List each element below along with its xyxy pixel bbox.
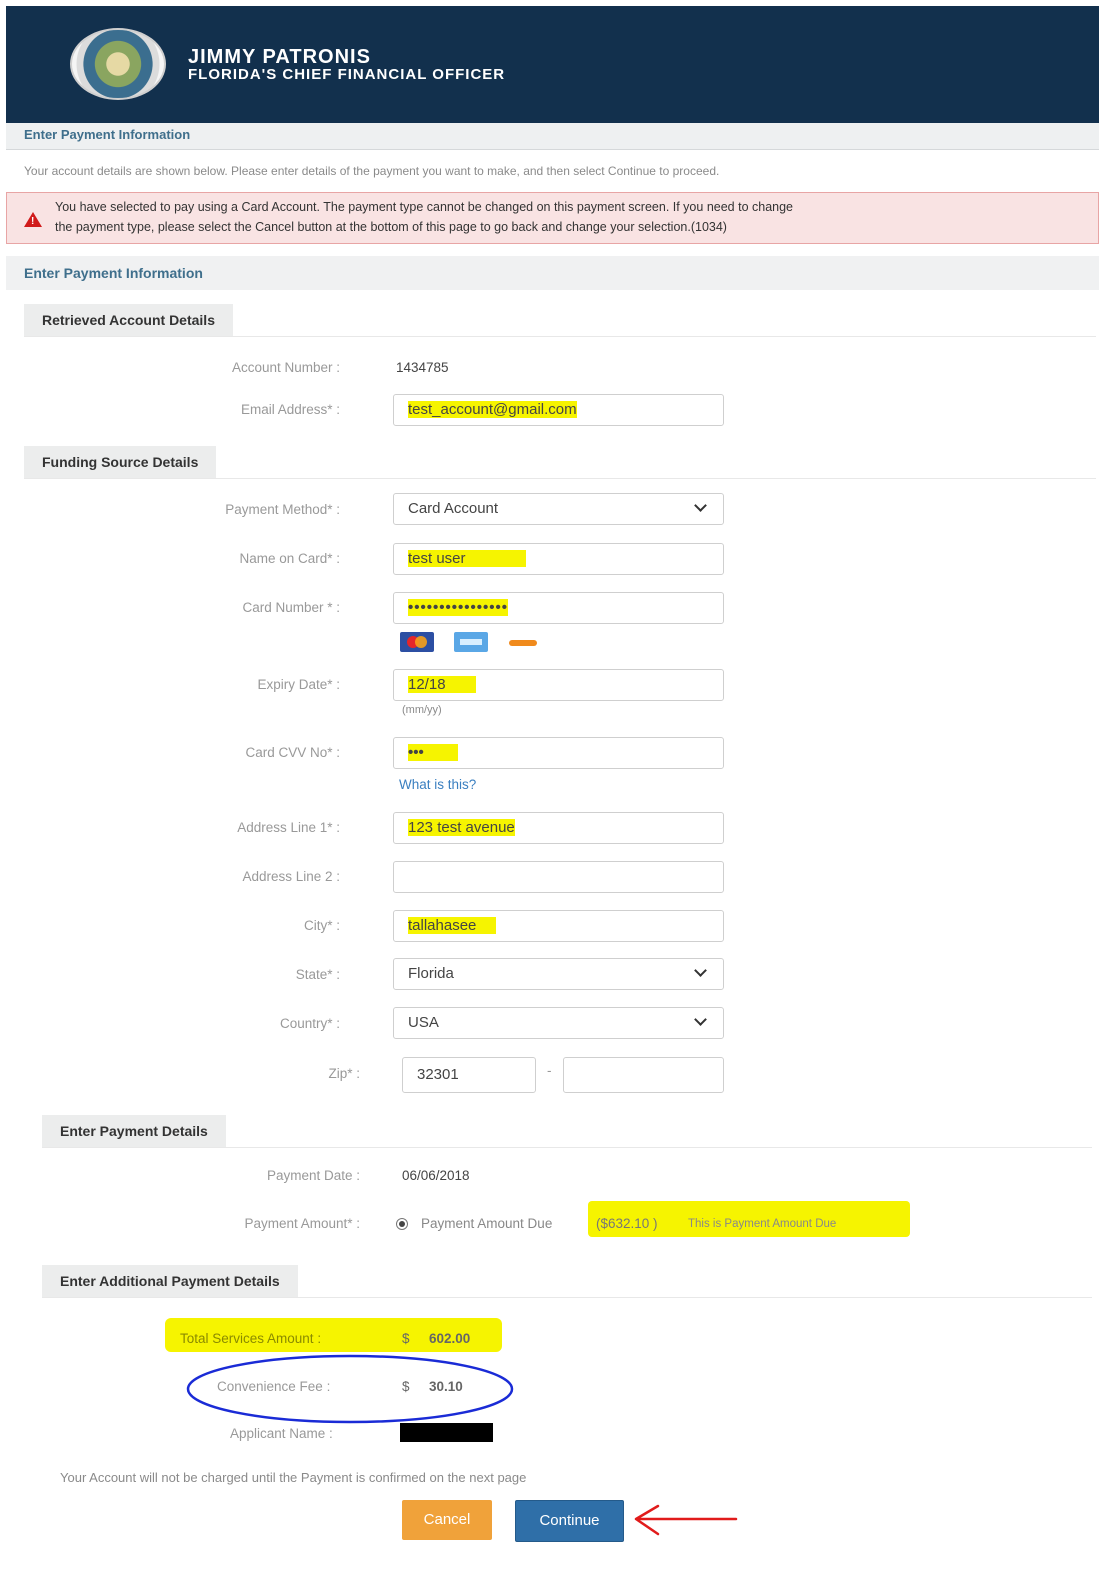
- annotation-arrow: [634, 1504, 738, 1536]
- page-heading-bar: Enter Payment Information: [6, 256, 1099, 290]
- card-number-value: ••••••••••••••••: [408, 599, 509, 616]
- discover-icon: [506, 632, 540, 652]
- city-value: tallahasee: [408, 917, 497, 934]
- email-label: Email Address* :: [240, 402, 340, 417]
- chevron-down-icon: [694, 964, 707, 977]
- name-on-card-value: test user: [408, 550, 526, 567]
- warning-icon: !: [24, 212, 42, 227]
- payment-amount-label: Payment Amount* :: [244, 1216, 360, 1231]
- payment-method-label: Payment Method* :: [225, 502, 340, 517]
- applicant-name-label: Applicant Name :: [230, 1426, 333, 1441]
- payment-amount-note: This is Payment Amount Due: [688, 1218, 837, 1230]
- email-value: test_account@gmail.com: [408, 401, 577, 418]
- payment-date-value: 06/06/2018: [402, 1168, 470, 1183]
- footer-note: Your Account will not be charged until t…: [60, 1470, 527, 1485]
- card-number-label: Card Number * :: [242, 600, 340, 615]
- section-payment-details: Enter Payment Details: [42, 1115, 226, 1147]
- zip-value: 32301: [417, 1066, 459, 1083]
- zip-field[interactable]: 32301: [402, 1057, 536, 1093]
- state-label: State* :: [295, 967, 340, 982]
- amex-icon: [454, 632, 488, 652]
- alert-line-2: the payment type, please select the Canc…: [55, 220, 727, 234]
- cvv-field[interactable]: •••: [393, 737, 724, 769]
- annotation-circle: [186, 1354, 514, 1424]
- top-title-bar: Enter Payment Information: [6, 123, 1099, 150]
- total-services-label: Total Services Amount :: [180, 1331, 322, 1346]
- address-line-1-value: 123 test avenue: [408, 819, 515, 836]
- country-label: Country* :: [279, 1016, 340, 1031]
- expiry-format-hint: (mm/yy): [402, 704, 442, 716]
- header-subtitle: FLORIDA'S CHIEF FINANCIAL OFFICER: [188, 66, 506, 83]
- total-currency: $: [402, 1331, 410, 1346]
- payment-method-select[interactable]: Card Account: [393, 493, 724, 525]
- florida-seal-logo: [70, 28, 166, 100]
- section-divider: [42, 1297, 1092, 1298]
- redacted-applicant-name: [400, 1423, 493, 1442]
- section-additional-details: Enter Additional Payment Details: [42, 1265, 298, 1297]
- zip-extension-field[interactable]: [563, 1057, 724, 1093]
- mastercard-icon: [400, 632, 434, 652]
- payment-method-value: Card Account: [408, 500, 499, 517]
- chevron-down-icon: [694, 499, 707, 512]
- expiry-date-value: 12/18: [408, 676, 476, 693]
- continue-button[interactable]: Continue: [515, 1500, 624, 1542]
- chevron-down-icon: [694, 1013, 707, 1026]
- state-value: Florida: [408, 965, 454, 982]
- country-select[interactable]: USA: [393, 1007, 724, 1039]
- address-line-1-label: Address Line 1* :: [237, 820, 340, 835]
- section-divider: [42, 1147, 1092, 1148]
- expiry-date-field[interactable]: 12/18: [393, 669, 724, 701]
- cvv-help-link[interactable]: What is this?: [399, 777, 476, 792]
- name-on-card-label: Name on Card* :: [239, 551, 340, 566]
- zip-label: Zip* :: [328, 1066, 360, 1081]
- top-title: Enter Payment Information: [24, 127, 191, 142]
- address-line-1-field[interactable]: 123 test avenue: [393, 812, 724, 844]
- section-divider: [24, 478, 1096, 479]
- cancel-button[interactable]: Cancel: [402, 1500, 492, 1540]
- account-number-label: Account Number :: [231, 360, 340, 375]
- zip-separator: -: [547, 1063, 552, 1078]
- payment-amount-value: ($632.10 ): [596, 1216, 658, 1231]
- account-number-value: 1434785: [396, 360, 449, 375]
- address-line-2-label: Address Line 2 :: [242, 869, 340, 884]
- card-number-field[interactable]: ••••••••••••••••: [393, 592, 724, 624]
- payment-amount-radio[interactable]: [396, 1218, 408, 1230]
- address-line-2-field[interactable]: [393, 861, 724, 893]
- payment-date-label: Payment Date :: [266, 1168, 360, 1183]
- name-on-card-field[interactable]: test user: [393, 543, 724, 575]
- city-label: City* :: [303, 918, 340, 933]
- expiry-date-label: Expiry Date* :: [257, 677, 340, 692]
- intro-text: Your account details are shown below. Pl…: [24, 164, 720, 178]
- section-retrieved-account: Retrieved Account Details: [24, 304, 233, 336]
- section-divider: [24, 336, 1096, 337]
- cvv-label: Card CVV No* :: [245, 745, 340, 760]
- page-heading: Enter Payment Information: [24, 265, 203, 281]
- state-select[interactable]: Florida: [393, 958, 724, 990]
- total-services-value: 602.00: [429, 1331, 471, 1346]
- city-field[interactable]: tallahasee: [393, 910, 724, 942]
- cvv-value: •••: [408, 744, 458, 761]
- alert-line-1: You have selected to pay using a Card Ac…: [55, 200, 794, 214]
- email-field[interactable]: test_account@gmail.com: [393, 394, 724, 426]
- country-value: USA: [408, 1014, 439, 1031]
- section-funding-source: Funding Source Details: [24, 446, 217, 478]
- site-header: [6, 6, 1099, 123]
- payment-amount-option: Payment Amount Due: [421, 1216, 553, 1231]
